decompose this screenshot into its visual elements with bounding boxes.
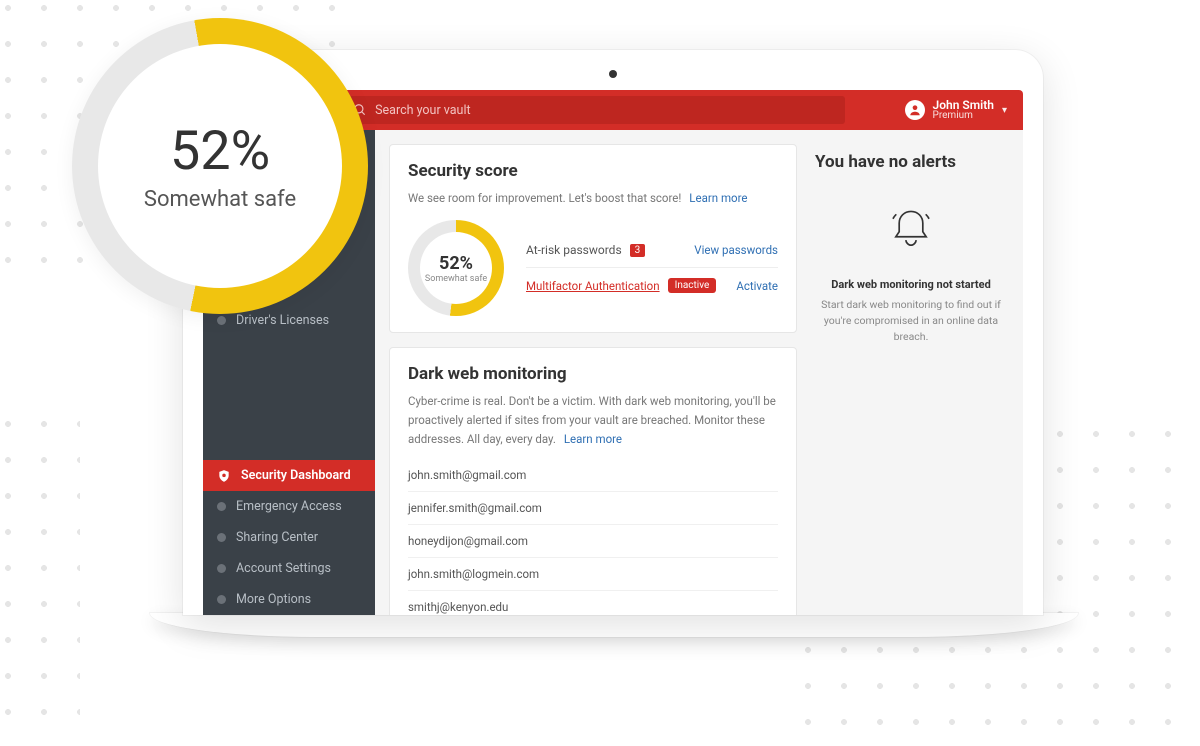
donut-percent: 52% [425,253,487,274]
metric-label[interactable]: Multifactor Authentication [526,279,660,293]
search-input[interactable]: Search your vault [343,96,844,124]
email-list: john.smith@gmail.com jennifer.smith@gmai… [408,459,778,615]
laptop-base [150,613,1078,637]
security-score-donut: 52% Somewhat safe [408,220,504,316]
chevron-down-icon: ▾ [1002,105,1007,116]
sidebar-item-label: Account Settings [236,561,331,576]
alerts-body: Start dark web monitoring to find out if… [815,297,1007,344]
shield-icon [217,469,231,483]
metric-row-at-risk: At-risk passwords 3 View passwords [526,233,778,268]
sidebar-item-security-dashboard[interactable]: Security Dashboard [203,460,375,491]
avatar [905,100,925,120]
score-metrics: At-risk passwords 3 View passwords Multi… [526,233,778,303]
user-menu[interactable]: John Smith Premium ▾ [905,99,1013,121]
bullet-icon [217,502,226,511]
email-row[interactable]: smithj@kenyon.edu [408,591,778,615]
metric-row-mfa: Multifactor Authentication Inactive Acti… [526,268,778,303]
overlay-score-label: Somewhat safe [144,187,296,212]
email-row[interactable]: john.smith@gmail.com [408,459,778,492]
sidebar-item-label: Security Dashboard [241,468,351,483]
sidebar-item-label: More Options [236,592,311,607]
bullet-icon [217,316,226,325]
search-placeholder: Search your vault [375,103,470,118]
learn-more-link[interactable]: Learn more [689,191,747,205]
security-score-subtitle: We see room for improvement. Let's boost… [408,191,681,205]
user-plan: Premium [933,111,994,121]
overlay-score-percent: 52% [144,120,296,183]
sidebar-item-label: Driver's Licenses [236,313,329,328]
status-badge: Inactive [668,278,717,293]
dark-web-title: Dark web monitoring [408,364,778,384]
sidebar-item-label: Sharing Center [236,530,318,545]
dark-web-card: Dark web monitoring Cyber-crime is real.… [389,347,797,615]
decorative-dots [0,406,80,736]
email-row[interactable]: honeydijon@gmail.com [408,525,778,558]
alerts-heading: You have no alerts [815,152,1007,172]
learn-more-link[interactable]: Learn more [564,432,622,446]
security-score-title: Security score [408,161,778,181]
alerts-panel: You have no alerts Dark web monitoring n… [811,152,1011,344]
sidebar-item-more-options[interactable]: More Options [203,584,375,615]
sidebar-item-emergency-access[interactable]: Emergency Access [203,491,375,522]
person-icon [908,103,922,117]
donut-label: Somewhat safe [425,274,487,284]
security-score-card: Security score We see room for improveme… [389,144,797,333]
main-content: Security score We see room for improveme… [375,130,1023,615]
alerts-subtitle: Dark web monitoring not started [815,278,1007,291]
email-row[interactable]: jennifer.smith@gmail.com [408,492,778,525]
bullet-icon [217,595,226,604]
sidebar-item-sharing-center[interactable]: Sharing Center [203,522,375,553]
bullet-icon [217,564,226,573]
activate-link[interactable]: Activate [736,279,778,293]
sidebar-item-account-settings[interactable]: Account Settings [203,553,375,584]
security-score-overlay-donut: 52% Somewhat safe [72,18,368,314]
email-row[interactable]: john.smith@logmein.com [408,558,778,591]
camera-dot [609,70,617,78]
bell-icon [881,200,941,260]
user-text: John Smith Premium [933,99,994,121]
view-passwords-link[interactable]: View passwords [694,243,778,257]
sidebar-item-label: Emergency Access [236,499,342,514]
metric-label: At-risk passwords [526,243,622,257]
bullet-icon [217,533,226,542]
count-badge: 3 [630,244,646,257]
